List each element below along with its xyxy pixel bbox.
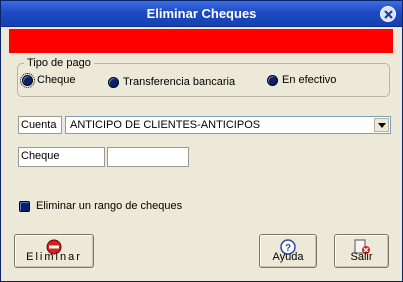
cheque-input[interactable] <box>107 147 189 167</box>
cheque-label: Cheque <box>18 147 105 167</box>
radio-transferencia-label: Transferencia bancaria <box>123 76 236 88</box>
cuenta-label: Cuenta <box>18 116 62 134</box>
chevron-down-icon <box>378 123 386 128</box>
eliminar-cheques-dialog: Eliminar Cheques Tipo de pago Cheque Tra… <box>0 0 403 282</box>
range-checkbox[interactable]: Eliminar un rango de cheques <box>19 200 182 212</box>
radio-efectivo[interactable]: En efectivo <box>267 74 336 86</box>
range-checkbox-label: Eliminar un rango de cheques <box>36 200 183 212</box>
window-title: Eliminar Cheques <box>146 6 257 21</box>
payment-type-legend: Tipo de pago <box>27 57 91 69</box>
radio-efectivo-label: En efectivo <box>282 74 337 86</box>
exit-button[interactable]: Salir <box>334 234 389 268</box>
status-alert-bar <box>9 29 393 53</box>
help-button[interactable]: ? Ayuda <box>259 234 317 268</box>
cuenta-select-value: ANTICIPO DE CLIENTES-ANTICIPOS <box>70 119 261 131</box>
close-button[interactable] <box>380 6 396 22</box>
radio-cheque-label: Cheque <box>37 74 76 86</box>
radio-cheque[interactable]: Cheque <box>20 72 76 88</box>
help-button-label: Ayuda <box>272 251 304 263</box>
delete-button-label: Eliminar <box>26 251 82 263</box>
radio-transferencia[interactable]: Transferencia bancaria <box>108 76 235 88</box>
cuenta-select[interactable]: ANTICIPO DE CLIENTES-ANTICIPOS <box>65 116 391 134</box>
radio-dot <box>20 72 35 88</box>
cuenta-dropdown-button[interactable] <box>374 118 389 132</box>
title-bar[interactable]: Eliminar Cheques <box>1 1 402 27</box>
close-icon <box>384 10 393 19</box>
exit-button-label: Salir <box>350 251 373 263</box>
radio-dot <box>108 76 119 88</box>
checkbox-box <box>19 200 30 212</box>
radio-dot <box>267 74 278 86</box>
delete-button[interactable]: Eliminar <box>14 234 94 268</box>
